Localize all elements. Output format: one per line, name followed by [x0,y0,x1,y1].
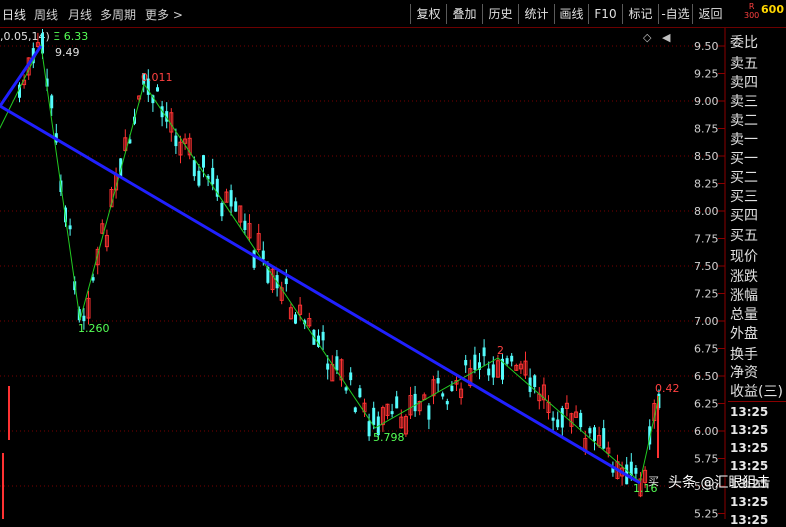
tab-multi-period[interactable]: 多周期 [100,6,136,23]
trade-time: 13:25 [730,495,769,509]
trade-time: 13:25 [730,423,769,437]
price-axis-label: 5.25 [694,508,719,520]
quote-label: 卖五 [730,56,758,72]
quote-label: 收益(三) [730,384,783,400]
price-axis-label: 8.75 [694,123,719,136]
watermark: 头条 @汇眼狙击 [668,475,771,491]
quote-label: 卖二 [730,113,758,129]
stock-code[interactable]: 600 [761,3,784,16]
price-axis-label: 7.00 [694,315,719,328]
price-axis-label: 6.50 [694,370,719,383]
trade-time: 13:25 [730,459,769,473]
remove-watchlist-button[interactable]: -自选 [658,4,692,24]
price-axis-label: 5.75 [694,453,719,466]
quote-label: 涨跌 [730,269,758,285]
price-axis-label: 8.25 [694,178,719,191]
quote-label: 现价 [730,249,758,265]
back-button[interactable]: 返回 [692,4,728,24]
quote-label: 买四 [730,208,758,224]
quote-label: 净资 [730,365,758,381]
diamond-icon[interactable]: ◇ [643,31,652,44]
price-grid [0,28,726,519]
quote-label: 买五 [730,228,758,244]
price-axis-label: 6.00 [694,425,719,438]
price-axis-label: 8.00 [694,205,719,218]
draw-line-button[interactable]: 画线 [554,4,588,24]
quote-label: 卖一 [730,132,758,148]
price-axis-label: 7.75 [694,233,719,246]
quote-label: 换手 [730,347,758,363]
restore-rights-button[interactable]: 复权 [410,4,446,24]
quote-label: 外盘 [730,326,758,342]
quote-label: 买一 [730,151,758,167]
quote-label: 委比 [730,35,758,51]
overlay-button[interactable]: 叠加 [446,4,482,24]
price-axis-label: 9.25 [694,68,719,81]
tab-monthly[interactable]: 月线 [68,6,92,23]
candles [2,29,661,519]
price-axis-label: 8.50 [694,150,719,163]
trade-time: 13:25 [730,441,769,455]
price-axis-label: 6.75 [694,343,719,356]
quote-label: 卖三 [730,94,758,110]
low2-label: 5.798 [373,431,405,444]
peak1-label: 9.49 [55,46,80,59]
peak2-label: 0.011 [141,71,173,84]
end-high-label: 0.42 [655,382,680,395]
statistics-button[interactable]: 统计 [518,4,554,24]
quote-label: 买三 [730,189,758,205]
buy-mark: 买 [648,475,659,488]
tab-more[interactable]: 更多 > [145,6,183,23]
quote-label: 总量 [730,307,758,323]
f10-button[interactable]: F10 [588,4,622,24]
trade-time: 13:25 [730,405,769,419]
price-axis-label: 7.25 [694,288,719,301]
peak3-label: 2 [497,344,504,357]
collapse-icon[interactable]: ◀ [662,31,671,44]
price-axis-label: 7.50 [694,260,719,273]
mark-button[interactable]: 标记 [622,4,658,24]
trend-line [0,104,641,485]
tab-daily[interactable]: 日线 [2,6,26,23]
price-axis-label: 9.50 [694,40,719,53]
price-axis: 9.50 9.25 9.00 8.75 8.50 8.25 8.00 7.75 7.50 7.25… [694,40,725,519]
history-button[interactable]: 历史 [482,4,518,24]
price-axis-label: 6.25 [694,398,719,411]
candlestick-chart[interactable]: 9.50 9.25 9.00 8.75 8.50 8.25 8.00 7.75 7.50 7.25… [0,28,786,519]
quote-label: 买二 [730,170,758,186]
quote-label: 卖四 [730,75,758,91]
price-axis-label: 9.00 [694,95,719,108]
low1-label: 1.260 [78,322,110,335]
chart-toolbar: 日线 周线 月线 多周期 更多 > 复权 叠加 历史 统计 画线 F10 标记 … [0,0,786,28]
tab-weekly[interactable]: 周线 [34,6,58,23]
quote-label: 涨幅 [730,288,758,304]
code-prefix: R 300 [744,2,760,20]
trade-time: 13:25 [730,513,769,527]
